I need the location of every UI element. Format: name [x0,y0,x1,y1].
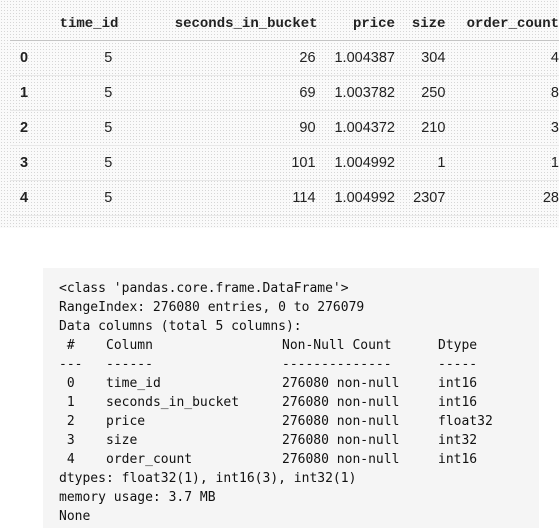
dtypes-line: dtypes: float32(1), int16(3), int32(1) [59,471,357,486]
price-cell: 1.003782 [334,85,395,101]
non-null-header: Non-Null Count [282,338,392,353]
info-column-row: 0 time_id 276080 non-null int16 [59,374,493,393]
num-header: # [59,338,75,353]
price-cell: 1.004992 [334,190,395,206]
seconds-in-bucket-cell: 69 [299,85,316,101]
data-columns-line: Data columns (total 5 columns): [59,319,302,334]
non-null-count: 276080 non-null [282,395,400,410]
info-column-row: 1 seconds_in_bucket 276080 non-null int16 [59,393,493,412]
price-cell: 1.004992 [334,155,395,171]
row-index: 1 [20,85,29,101]
column-dtype: float32 [438,414,493,429]
info-text: <class 'pandas.core.frame.DataFrame'> Ran… [59,279,493,526]
info-output: <class 'pandas.core.frame.DataFrame'> Ran… [43,268,539,528]
info-column-row: 2 price 276080 non-null float32 [59,412,493,431]
seconds-in-bucket-cell: 26 [299,50,316,66]
column-name: price [106,414,146,429]
memory-usage-line: memory usage: 3.7 MB [59,490,216,505]
seconds-in-bucket-header: seconds_in_bucket [118,8,318,41]
row-index: 3 [20,155,29,171]
info-column-row: 3 size 276080 non-null int32 [59,431,493,450]
order-count-cell: 1 [550,155,559,171]
time-id-cell: 5 [104,50,113,66]
price-header: price [317,8,395,41]
column-name: time_id [106,376,161,391]
column-dtype: int16 [438,452,478,467]
table-row: 0 5 26 1.004387 304 4 [10,41,559,76]
table-row: 4 5 114 1.004992 2307 28 [10,181,559,216]
column-header: Column [106,338,153,353]
size-cell: 250 [421,85,446,101]
dataframe-output: time_id seconds_in_bucket price size ord… [0,0,559,228]
seconds-in-bucket-cell: 90 [299,120,316,136]
info-header-row: # Column Non-Null Count Dtype [59,336,493,355]
table-row: 1 5 69 1.003782 250 8 [10,76,559,111]
size-cell: 1 [437,155,446,171]
dtype-header: Dtype [438,338,478,353]
range-index-line: RangeIndex: 276080 entries, 0 to 276079 [59,300,365,315]
column-name: seconds_in_bucket [106,395,240,410]
column-name: size [106,433,138,448]
time-id-cell: 5 [104,85,113,101]
order-count-header: order_count [445,8,559,41]
order-count-cell: 4 [550,50,559,66]
table-row: 3 5 101 1.004992 1 1 [10,146,559,181]
time-id-header: time_id [46,8,119,41]
column-dtype: int16 [438,376,478,391]
size-cell: 304 [421,50,446,66]
non-null-count: 276080 non-null [282,433,400,448]
order-count-cell: 8 [550,85,559,101]
info-separator-row: --- ------ -------------- ----- [59,355,493,374]
size-cell: 210 [421,120,446,136]
non-null-count: 276080 non-null [282,376,400,391]
column-number: 1 [59,395,75,410]
return-value-line: None [59,509,91,524]
info-column-row: 4 order_count 276080 non-null int16 [59,450,493,469]
time-id-cell: 5 [104,155,113,171]
row-index: 0 [20,50,29,66]
non-null-count: 276080 non-null [282,452,400,467]
column-number: 0 [59,376,75,391]
size-cell: 2307 [413,190,446,206]
table-row: 2 5 90 1.004372 210 3 [10,111,559,146]
column-number: 4 [59,452,75,467]
order-count-cell: 3 [550,120,559,136]
order-count-cell: 28 [542,190,559,206]
dataframe-table: time_id seconds_in_bucket price size ord… [10,8,559,216]
row-index: 4 [20,190,29,206]
non-null-count: 276080 non-null [282,414,400,429]
column-separator: ------ [106,357,153,372]
seconds-in-bucket-cell: 114 [292,190,316,206]
time-id-cell: 5 [104,120,113,136]
column-number: 3 [59,433,75,448]
class-line: <class 'pandas.core.frame.DataFrame'> [59,281,349,296]
column-dtype: int16 [438,395,478,410]
column-name: order_count [106,452,193,467]
dtype-separator: ----- [438,357,478,372]
price-cell: 1.004387 [334,50,395,66]
index-header [10,8,47,41]
non-null-separator: -------------- [282,357,392,372]
row-index: 2 [20,120,29,136]
column-number: 2 [59,414,75,429]
time-id-cell: 5 [104,190,113,206]
column-dtype: int32 [438,433,478,448]
dataframe-header-row: time_id seconds_in_bucket price size ord… [10,8,559,41]
price-cell: 1.004372 [334,120,395,136]
seconds-in-bucket-cell: 101 [291,155,316,171]
size-header: size [394,8,446,41]
num-separator: --- [59,357,83,372]
